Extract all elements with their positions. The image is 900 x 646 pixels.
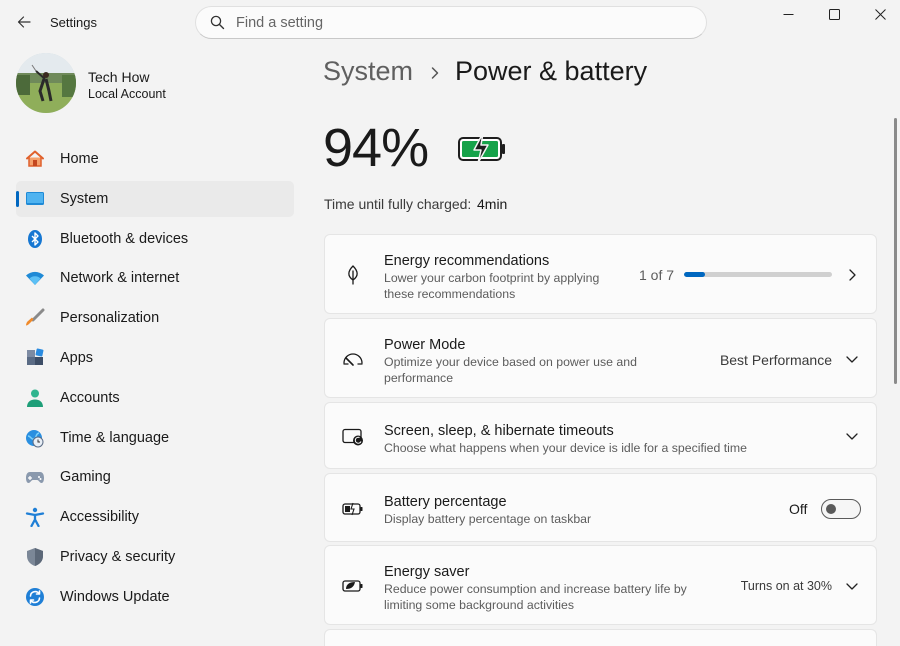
paintbrush-icon (25, 308, 45, 328)
avatar-photo (16, 53, 76, 113)
sidebar-item-network[interactable]: Network & internet (16, 260, 294, 296)
card-description: Reduce power consumption and increase ba… (384, 582, 687, 612)
maximize-button[interactable] (811, 0, 857, 28)
account-type: Local Account (88, 87, 166, 101)
sidebar-item-personalization[interactable]: Personalization (16, 300, 294, 336)
sidebar-item-label: Gaming (60, 469, 111, 486)
energy-saver-icon (342, 575, 364, 597)
sidebar-item-label: Personalization (60, 310, 160, 327)
energy-saver-threshold: Turns on at 30% (740, 579, 832, 593)
sidebar-item-label: Accessibility (60, 509, 139, 526)
card-title: Battery percentage (384, 494, 507, 510)
wifi-icon (25, 268, 45, 288)
update-icon (25, 587, 45, 607)
person-icon (25, 388, 45, 408)
charge-time-value: 4min (477, 196, 508, 212)
card-description: Display battery percentage on taskbar (384, 512, 592, 526)
user-name: Tech How (88, 69, 150, 85)
power-mode-select[interactable]: Best Performance (685, 352, 832, 368)
bluetooth-icon (25, 229, 45, 249)
sidebar-item-apps[interactable]: Apps (16, 340, 294, 376)
toggle-state-label: Off (789, 501, 808, 517)
close-button[interactable] (857, 0, 900, 28)
back-button[interactable] (10, 8, 38, 36)
sidebar-item-label: System (60, 190, 109, 207)
power-mode-gauge-icon (342, 348, 364, 370)
energy-saver-card[interactable]: Energy saver Reduce power consumption an… (324, 545, 877, 625)
sidebar-nav: Home System Bluetooth & devices Network … (16, 141, 294, 619)
progress-bar (684, 272, 832, 277)
card-description: Lower your carbon footprint by applying … (384, 271, 600, 301)
sidebar-item-home[interactable]: Home (16, 141, 294, 177)
card-description: Choose what happens when your device is … (384, 441, 747, 455)
card-title: Power Mode (384, 337, 466, 353)
apps-icon (25, 348, 45, 368)
battery-percent: 94% (323, 118, 429, 178)
card-title: Screen, sleep, & hibernate timeouts (384, 423, 614, 439)
toggle-knob (826, 504, 836, 514)
avatar[interactable] (16, 53, 76, 113)
sidebar-item-label: Privacy & security (60, 548, 176, 565)
sidebar-item-gaming[interactable]: Gaming (16, 459, 294, 495)
sidebar-item-bluetooth[interactable]: Bluetooth & devices (16, 221, 294, 257)
sidebar-item-accounts[interactable]: Accounts (16, 380, 294, 416)
close-icon (874, 8, 886, 20)
sidebar-item-label: Bluetooth & devices (60, 230, 189, 247)
chevron-down-icon[interactable] (844, 351, 860, 367)
scrollbar[interactable] (894, 118, 897, 384)
settings-window: Settings Tech How Local Account (0, 0, 900, 646)
monitor-icon (25, 189, 45, 209)
sidebar-item-label: Home (60, 151, 99, 167)
chevron-down-icon[interactable] (844, 578, 860, 594)
sidebar-item-accessibility[interactable]: Accessibility (16, 499, 294, 535)
chevron-right-icon (428, 63, 442, 83)
home-icon (25, 149, 45, 169)
sidebar-item-windows-update[interactable]: Windows Update (16, 579, 294, 615)
search-box[interactable] (195, 6, 707, 39)
power-mode-card[interactable]: Power Mode Optimize your device based on… (324, 318, 877, 398)
sidebar-item-privacy[interactable]: Privacy & security (16, 539, 294, 575)
page-title: Power & battery (455, 56, 648, 86)
breadcrumb-parent[interactable]: System (323, 56, 413, 87)
accessibility-icon (25, 507, 45, 528)
card-description: Optimize your device based on power use … (384, 355, 637, 385)
card-title: Energy recommendations (384, 253, 550, 269)
next-card-partial[interactable] (324, 629, 877, 646)
card-title: Energy saver (384, 564, 470, 580)
gamepad-icon (25, 467, 45, 487)
sidebar-item-time-language[interactable]: Time & language (16, 420, 294, 456)
sidebar-item-system[interactable]: System (16, 180, 294, 217)
sidebar-item-label: Apps (60, 349, 94, 366)
screen-sleep-card[interactable]: Screen, sleep, & hibernate timeouts Choo… (324, 402, 877, 469)
chevron-right-icon (844, 267, 860, 283)
screen-sleep-icon (342, 426, 364, 448)
shield-icon (25, 547, 45, 567)
maximize-icon (828, 8, 840, 20)
progress-count: 1 of 7 (639, 267, 675, 283)
sidebar-item-label: Windows Update (60, 588, 170, 605)
charge-time-label: Time until fully charged: (324, 196, 472, 212)
search-icon (209, 15, 225, 31)
sidebar-item-label: Time & language (60, 429, 170, 446)
energy-recommendations-card[interactable]: Energy recommendations Lower your carbon… (324, 234, 877, 314)
minimize-button[interactable] (765, 0, 811, 28)
sidebar-item-label: Accounts (60, 389, 120, 406)
sidebar-item-label: Network & internet (60, 270, 180, 287)
progress-bar-fill (684, 272, 706, 277)
battery-percentage-card: Battery percentage Display battery perce… (324, 473, 877, 542)
battery-percent-icon (342, 498, 364, 520)
battery-charging-icon (457, 130, 507, 166)
arrow-left-icon (17, 16, 31, 28)
battery-percentage-toggle[interactable] (821, 499, 861, 519)
leaf-icon (342, 264, 364, 286)
minimize-icon (783, 13, 793, 15)
globe-clock-icon (25, 428, 45, 448)
chevron-down-icon[interactable] (844, 428, 860, 444)
search-input[interactable] (236, 14, 676, 31)
app-title: Settings (50, 15, 97, 30)
